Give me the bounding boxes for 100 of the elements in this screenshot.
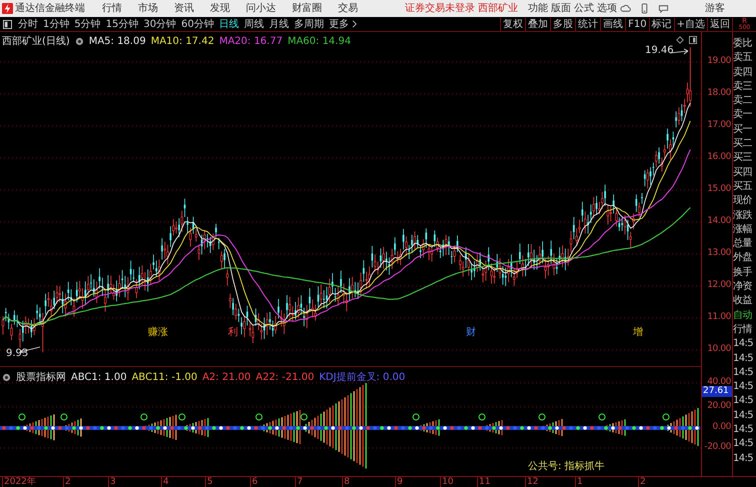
app-logo-icon xyxy=(2,3,13,14)
menu-item[interactable]: 资讯 xyxy=(174,2,194,14)
chart-tool-button[interactable]: 返回 xyxy=(707,18,732,30)
menu-item[interactable]: 选项 xyxy=(597,2,618,14)
quote-row-label: 卖五 xyxy=(733,51,754,66)
quote-row-label: 买五 xyxy=(733,180,754,194)
menu-item[interactable]: 功能 xyxy=(528,2,548,14)
message-icon[interactable] xyxy=(658,3,670,14)
date-tick-label: 11 xyxy=(477,477,490,487)
quote-row-label: 现价 xyxy=(733,194,753,208)
event-marker[interactable]: 财 xyxy=(466,325,476,339)
indicator-tick-label: 0.00 xyxy=(712,422,731,432)
price-tick-label: 17.00 xyxy=(707,120,731,130)
phone-icon[interactable] xyxy=(639,3,650,14)
quote-row-label: 14:5 xyxy=(733,366,754,380)
menu-item[interactable]: 公式 xyxy=(574,2,594,14)
menu-item[interactable]: 发现 xyxy=(210,2,230,14)
quote-row-label: 14:5 xyxy=(733,452,754,466)
quote-row-label: 净资 xyxy=(733,280,753,294)
period-tab[interactable]: 30分钟 xyxy=(143,17,176,31)
value-readout: 27.61 xyxy=(702,386,732,397)
period-tab[interactable]: 周线 xyxy=(244,17,264,31)
quote-row-label: 14:5 xyxy=(733,394,754,408)
chart-tool-button[interactable]: 统计 xyxy=(575,18,600,30)
chart-tool-button[interactable]: 多股 xyxy=(550,18,576,30)
settings-icon[interactable] xyxy=(74,36,84,46)
quote-row-label: 14:5 xyxy=(733,337,754,352)
chart-tool-button[interactable]: F10 xyxy=(625,18,649,30)
quote-row-label: 涨跌 xyxy=(733,208,753,223)
menu-item[interactable]: 市场 xyxy=(138,2,158,14)
quote-row-label: 行情 xyxy=(733,322,754,337)
period-tab[interactable]: 月线 xyxy=(268,17,289,31)
date-tick-label: 2 xyxy=(638,477,646,487)
high-price-label: 19.46 xyxy=(645,45,674,56)
quote-row-label: 买一 xyxy=(733,122,753,137)
diamond-icon[interactable] xyxy=(676,36,684,44)
user-label[interactable]: 游客 xyxy=(705,2,726,14)
settings-icon[interactable] xyxy=(2,372,11,382)
indicator-value: A22: -21.00 xyxy=(256,372,314,382)
quote-row-label: 委比 xyxy=(733,37,753,51)
ma-value: MA60: 14.94 xyxy=(288,36,351,46)
event-marker[interactable]: 利 xyxy=(228,325,238,339)
menu-item[interactable]: 问小达 xyxy=(246,2,276,14)
menu-item[interactable]: 交易 xyxy=(338,2,358,14)
app-name: 通达信金融终端 xyxy=(15,2,85,14)
indicator-value: A2: 21.00 xyxy=(202,372,251,382)
quote-row-label: 14:5 xyxy=(733,437,754,452)
quote-row-label: 自动 xyxy=(733,308,753,323)
menu-item[interactable]: 财富圈 xyxy=(292,2,322,14)
chart-tool-button[interactable]: 标记 xyxy=(648,18,674,30)
period-tab[interactable]: 日线 xyxy=(218,17,239,31)
date-tick-label: 4 xyxy=(161,477,169,487)
login-notice[interactable]: 证券交易未登录 西部矿业 xyxy=(405,2,518,14)
indicator-title: 股票指标网 xyxy=(16,370,66,384)
price-tick-label: 14.00 xyxy=(707,216,731,226)
window-icon[interactable] xyxy=(689,36,697,44)
menu-item[interactable]: 版面 xyxy=(551,2,572,14)
menu-item[interactable]: 行情 xyxy=(102,2,122,14)
period-tab[interactable]: 多周期 xyxy=(294,17,324,31)
event-marker[interactable]: 增 xyxy=(633,325,643,339)
cloud-icon[interactable] xyxy=(620,3,632,14)
event-marker[interactable]: 赚涨 xyxy=(148,325,168,339)
date-tick-label: 2 xyxy=(63,477,71,487)
indicator-tick-label: 40.00 xyxy=(707,377,731,387)
price-tick-label: 10.00 xyxy=(707,344,731,354)
ma-value: MA5: 18.09 xyxy=(88,36,146,46)
date-tick-label: 9 xyxy=(395,477,403,487)
price-tick-label: 13.00 xyxy=(707,248,731,258)
quote-row-label: 收益 xyxy=(733,294,754,308)
date-tick-label: 7 xyxy=(295,477,303,487)
chart-tool-button[interactable]: 叠加 xyxy=(525,18,550,30)
chevron-right-icon[interactable] xyxy=(352,20,357,28)
period-tab[interactable]: 5分钟 xyxy=(74,17,101,31)
quote-row-label: 卖三 xyxy=(733,80,753,94)
date-tick-label: 12 xyxy=(525,477,538,487)
price-tick-label: 11.00 xyxy=(707,312,731,322)
ma-value: MA10: 17.42 xyxy=(150,36,214,46)
period-tab[interactable]: 分时 xyxy=(18,17,38,31)
chart-tool-button[interactable]: +自选 xyxy=(674,18,707,30)
date-tick-label: 10 xyxy=(440,477,454,487)
period-tab[interactable]: 1分钟 xyxy=(43,17,70,31)
period-tab[interactable]: 更多 xyxy=(328,17,349,31)
indicator-value: ABC11: -1.00 xyxy=(132,372,198,382)
price-tick-label: 19.00 xyxy=(707,56,731,66)
caption-text: 公共号: 指标抓牛 xyxy=(528,460,605,473)
period-tab[interactable]: 60分钟 xyxy=(181,17,214,31)
price-tick-label: 12.00 xyxy=(707,280,731,290)
indicator-tick-label: -20.00 xyxy=(704,442,731,452)
period-tab[interactable]: 15分钟 xyxy=(106,17,138,31)
chart-tool-button[interactable]: 复权 xyxy=(500,18,526,30)
chart-tool-button[interactable]: 画线 xyxy=(600,18,626,30)
panel-toggle-icon[interactable] xyxy=(3,20,12,28)
date-tick-label: 8 xyxy=(342,477,350,487)
quote-row-label: 换手 xyxy=(733,266,753,280)
quote-row-label: 涨幅 xyxy=(733,222,753,237)
date-tick-label: 5 xyxy=(205,477,213,487)
indicator-value: ABC1: 1.00 xyxy=(71,372,127,382)
quote-row-label: 14:5 xyxy=(733,408,754,423)
date-tick-label: 1 xyxy=(575,477,583,487)
low-price-label: 9.93 xyxy=(6,348,28,359)
